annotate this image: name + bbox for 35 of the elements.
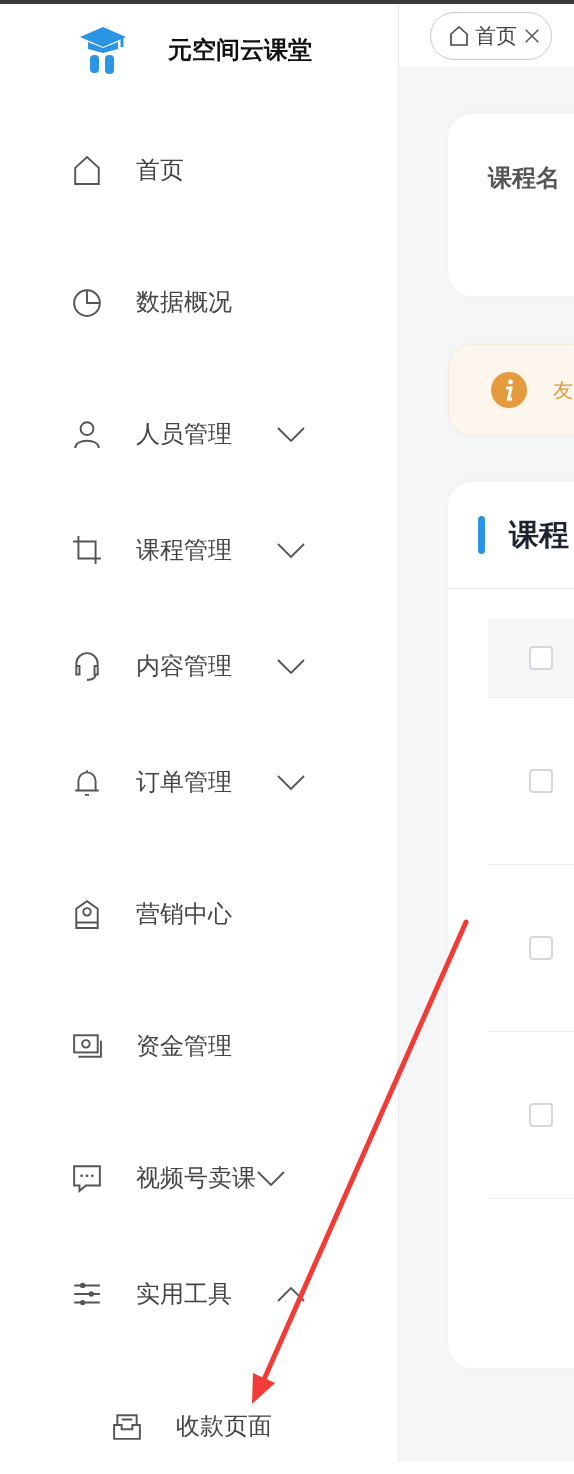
filter-label: 课程名	[488, 163, 560, 194]
notice-text: 友	[553, 376, 573, 404]
select-all-checkbox[interactable]	[529, 646, 553, 670]
home-icon	[72, 155, 102, 185]
sidebar-item[interactable]: 收款页面	[0, 1368, 398, 1474]
graduation-cap-logo-icon	[80, 25, 126, 75]
sidebar-item[interactable]: 数据概况	[0, 244, 398, 360]
sidebar-item[interactable]: 课程管理	[0, 492, 398, 608]
sidebar-item[interactable]: 视频号卖课	[0, 1120, 398, 1236]
row-checkbox[interactable]	[529, 769, 553, 793]
title-accent-bar	[478, 516, 485, 554]
info-icon	[491, 372, 527, 408]
pie-icon	[72, 287, 102, 317]
sidebar-item[interactable]: 订单管理	[0, 724, 398, 840]
money-icon	[72, 1031, 102, 1061]
card-title: 课程	[509, 515, 569, 554]
row-checkbox[interactable]	[529, 936, 553, 960]
chat-icon	[72, 1163, 102, 1193]
sidebar-item[interactable]: 营销中心	[0, 856, 398, 972]
sidebar-item[interactable]: 人员管理	[0, 376, 398, 492]
inbox-icon	[112, 1411, 142, 1441]
home-icon	[449, 25, 469, 47]
sidebar-item[interactable]: 资金管理	[0, 988, 398, 1104]
row-checkbox[interactable]	[529, 1103, 553, 1127]
user-icon	[72, 419, 102, 449]
sidebar-item[interactable]: 实用工具	[0, 1236, 398, 1352]
page-tab[interactable]: 首页	[430, 12, 552, 60]
bell-icon	[72, 767, 102, 797]
badge-icon	[72, 899, 102, 929]
headset-icon	[72, 651, 102, 681]
crop-icon	[72, 535, 102, 565]
brand-name: 元空间云课堂	[168, 35, 312, 66]
close-icon[interactable]	[523, 27, 541, 45]
sidebar-item[interactable]: 首页	[0, 112, 398, 228]
sidebar-item[interactable]: 内容管理	[0, 608, 398, 724]
